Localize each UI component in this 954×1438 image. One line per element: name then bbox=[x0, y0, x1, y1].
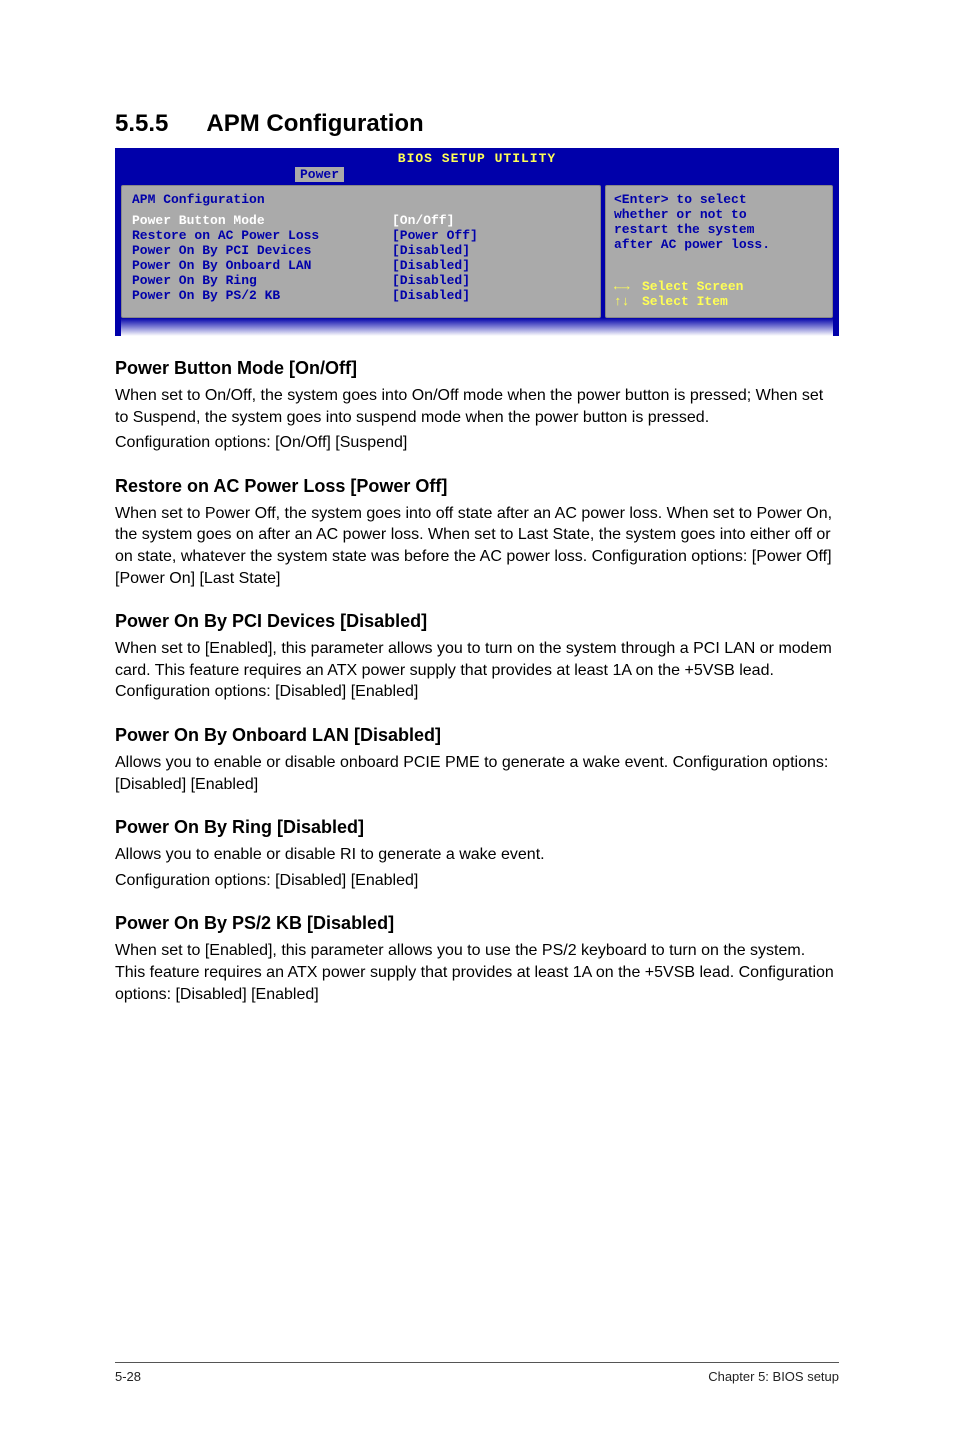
bios-nav-text: Select Item bbox=[642, 294, 728, 309]
paragraph: When set to On/Off, the system goes into… bbox=[115, 385, 839, 428]
subheading-ring: Power On By Ring [Disabled] bbox=[115, 817, 839, 838]
bios-option-key: Power Button Mode bbox=[132, 213, 392, 228]
chapter-label: Chapter 5: BIOS setup bbox=[708, 1369, 839, 1384]
page-footer: 5-28 Chapter 5: BIOS setup bbox=[115, 1362, 839, 1384]
bios-option-key: Power On By PCI Devices bbox=[132, 243, 392, 258]
bios-option-value: [On/Off] bbox=[392, 213, 454, 228]
bios-option-value: [Disabled] bbox=[392, 243, 470, 258]
paragraph: When set to Power Off, the system goes i… bbox=[115, 503, 839, 589]
paragraph: When set to [Enabled], this parameter al… bbox=[115, 940, 839, 1005]
bios-left-panel: APM Configuration Power Button Mode [On/… bbox=[121, 185, 601, 318]
bios-option-key: Restore on AC Power Loss bbox=[132, 228, 392, 243]
bios-option-key: Power On By Onboard LAN bbox=[132, 258, 392, 273]
arrow-ud-icon: ↑↓ bbox=[614, 294, 642, 309]
bios-option-row[interactable]: Power On By Onboard LAN [Disabled] bbox=[132, 258, 590, 273]
bios-option-row[interactable]: Power Button Mode [On/Off] bbox=[132, 213, 590, 228]
subheading-power-button-mode: Power Button Mode [On/Off] bbox=[115, 358, 839, 379]
bios-option-key: Power On By Ring bbox=[132, 273, 392, 288]
bios-option-value: [Power Off] bbox=[392, 228, 478, 243]
subheading-onboard-lan: Power On By Onboard LAN [Disabled] bbox=[115, 725, 839, 746]
paragraph: Allows you to enable or disable RI to ge… bbox=[115, 844, 839, 866]
subheading-ps2: Power On By PS/2 KB [Disabled] bbox=[115, 913, 839, 934]
bios-fade bbox=[121, 318, 833, 336]
section-number: 5.5.5 bbox=[115, 110, 168, 137]
section-title: APM Configuration bbox=[206, 110, 423, 137]
bios-app-title: BIOS SETUP UTILITY bbox=[115, 148, 839, 167]
bios-nav-help: ←→Select Screen ↑↓Select Item bbox=[614, 279, 743, 309]
bios-option-row[interactable]: Power On By PCI Devices [Disabled] bbox=[132, 243, 590, 258]
bios-option-value: [Disabled] bbox=[392, 258, 470, 273]
bios-help-panel: <Enter> to select whether or not to rest… bbox=[605, 185, 833, 318]
bios-option-key: Power On By PS/2 KB bbox=[132, 288, 392, 303]
bios-nav-text: Select Screen bbox=[642, 279, 743, 294]
paragraph: Configuration options: [On/Off] [Suspend… bbox=[115, 432, 839, 454]
bios-screenshot: BIOS SETUP UTILITY Power APM Configurati… bbox=[115, 148, 839, 336]
bios-help-line: after AC power loss. bbox=[614, 237, 824, 252]
bios-panel-title: APM Configuration bbox=[132, 192, 590, 207]
bios-help-line: <Enter> to select bbox=[614, 192, 824, 207]
bios-option-row[interactable]: Restore on AC Power Loss [Power Off] bbox=[132, 228, 590, 243]
paragraph: When set to [Enabled], this parameter al… bbox=[115, 638, 839, 703]
arrow-lr-icon: ←→ bbox=[614, 279, 642, 294]
bios-option-value: [Disabled] bbox=[392, 273, 470, 288]
subheading-pci: Power On By PCI Devices [Disabled] bbox=[115, 611, 839, 632]
paragraph: Configuration options: [Disabled] [Enabl… bbox=[115, 870, 839, 892]
subheading-restore-ac: Restore on AC Power Loss [Power Off] bbox=[115, 476, 839, 497]
bios-option-row[interactable]: Power On By Ring [Disabled] bbox=[132, 273, 590, 288]
bios-help-line: whether or not to bbox=[614, 207, 824, 222]
bios-tab-power[interactable]: Power bbox=[295, 167, 344, 182]
paragraph: Allows you to enable or disable onboard … bbox=[115, 752, 839, 795]
bios-option-row[interactable]: Power On By PS/2 KB [Disabled] bbox=[132, 288, 590, 303]
section-heading: 5.5.5 APM Configuration bbox=[115, 110, 839, 138]
bios-tab-row: Power bbox=[115, 167, 839, 185]
bios-help-line: restart the system bbox=[614, 222, 824, 237]
bios-option-value: [Disabled] bbox=[392, 288, 470, 303]
page-number: 5-28 bbox=[115, 1369, 141, 1384]
